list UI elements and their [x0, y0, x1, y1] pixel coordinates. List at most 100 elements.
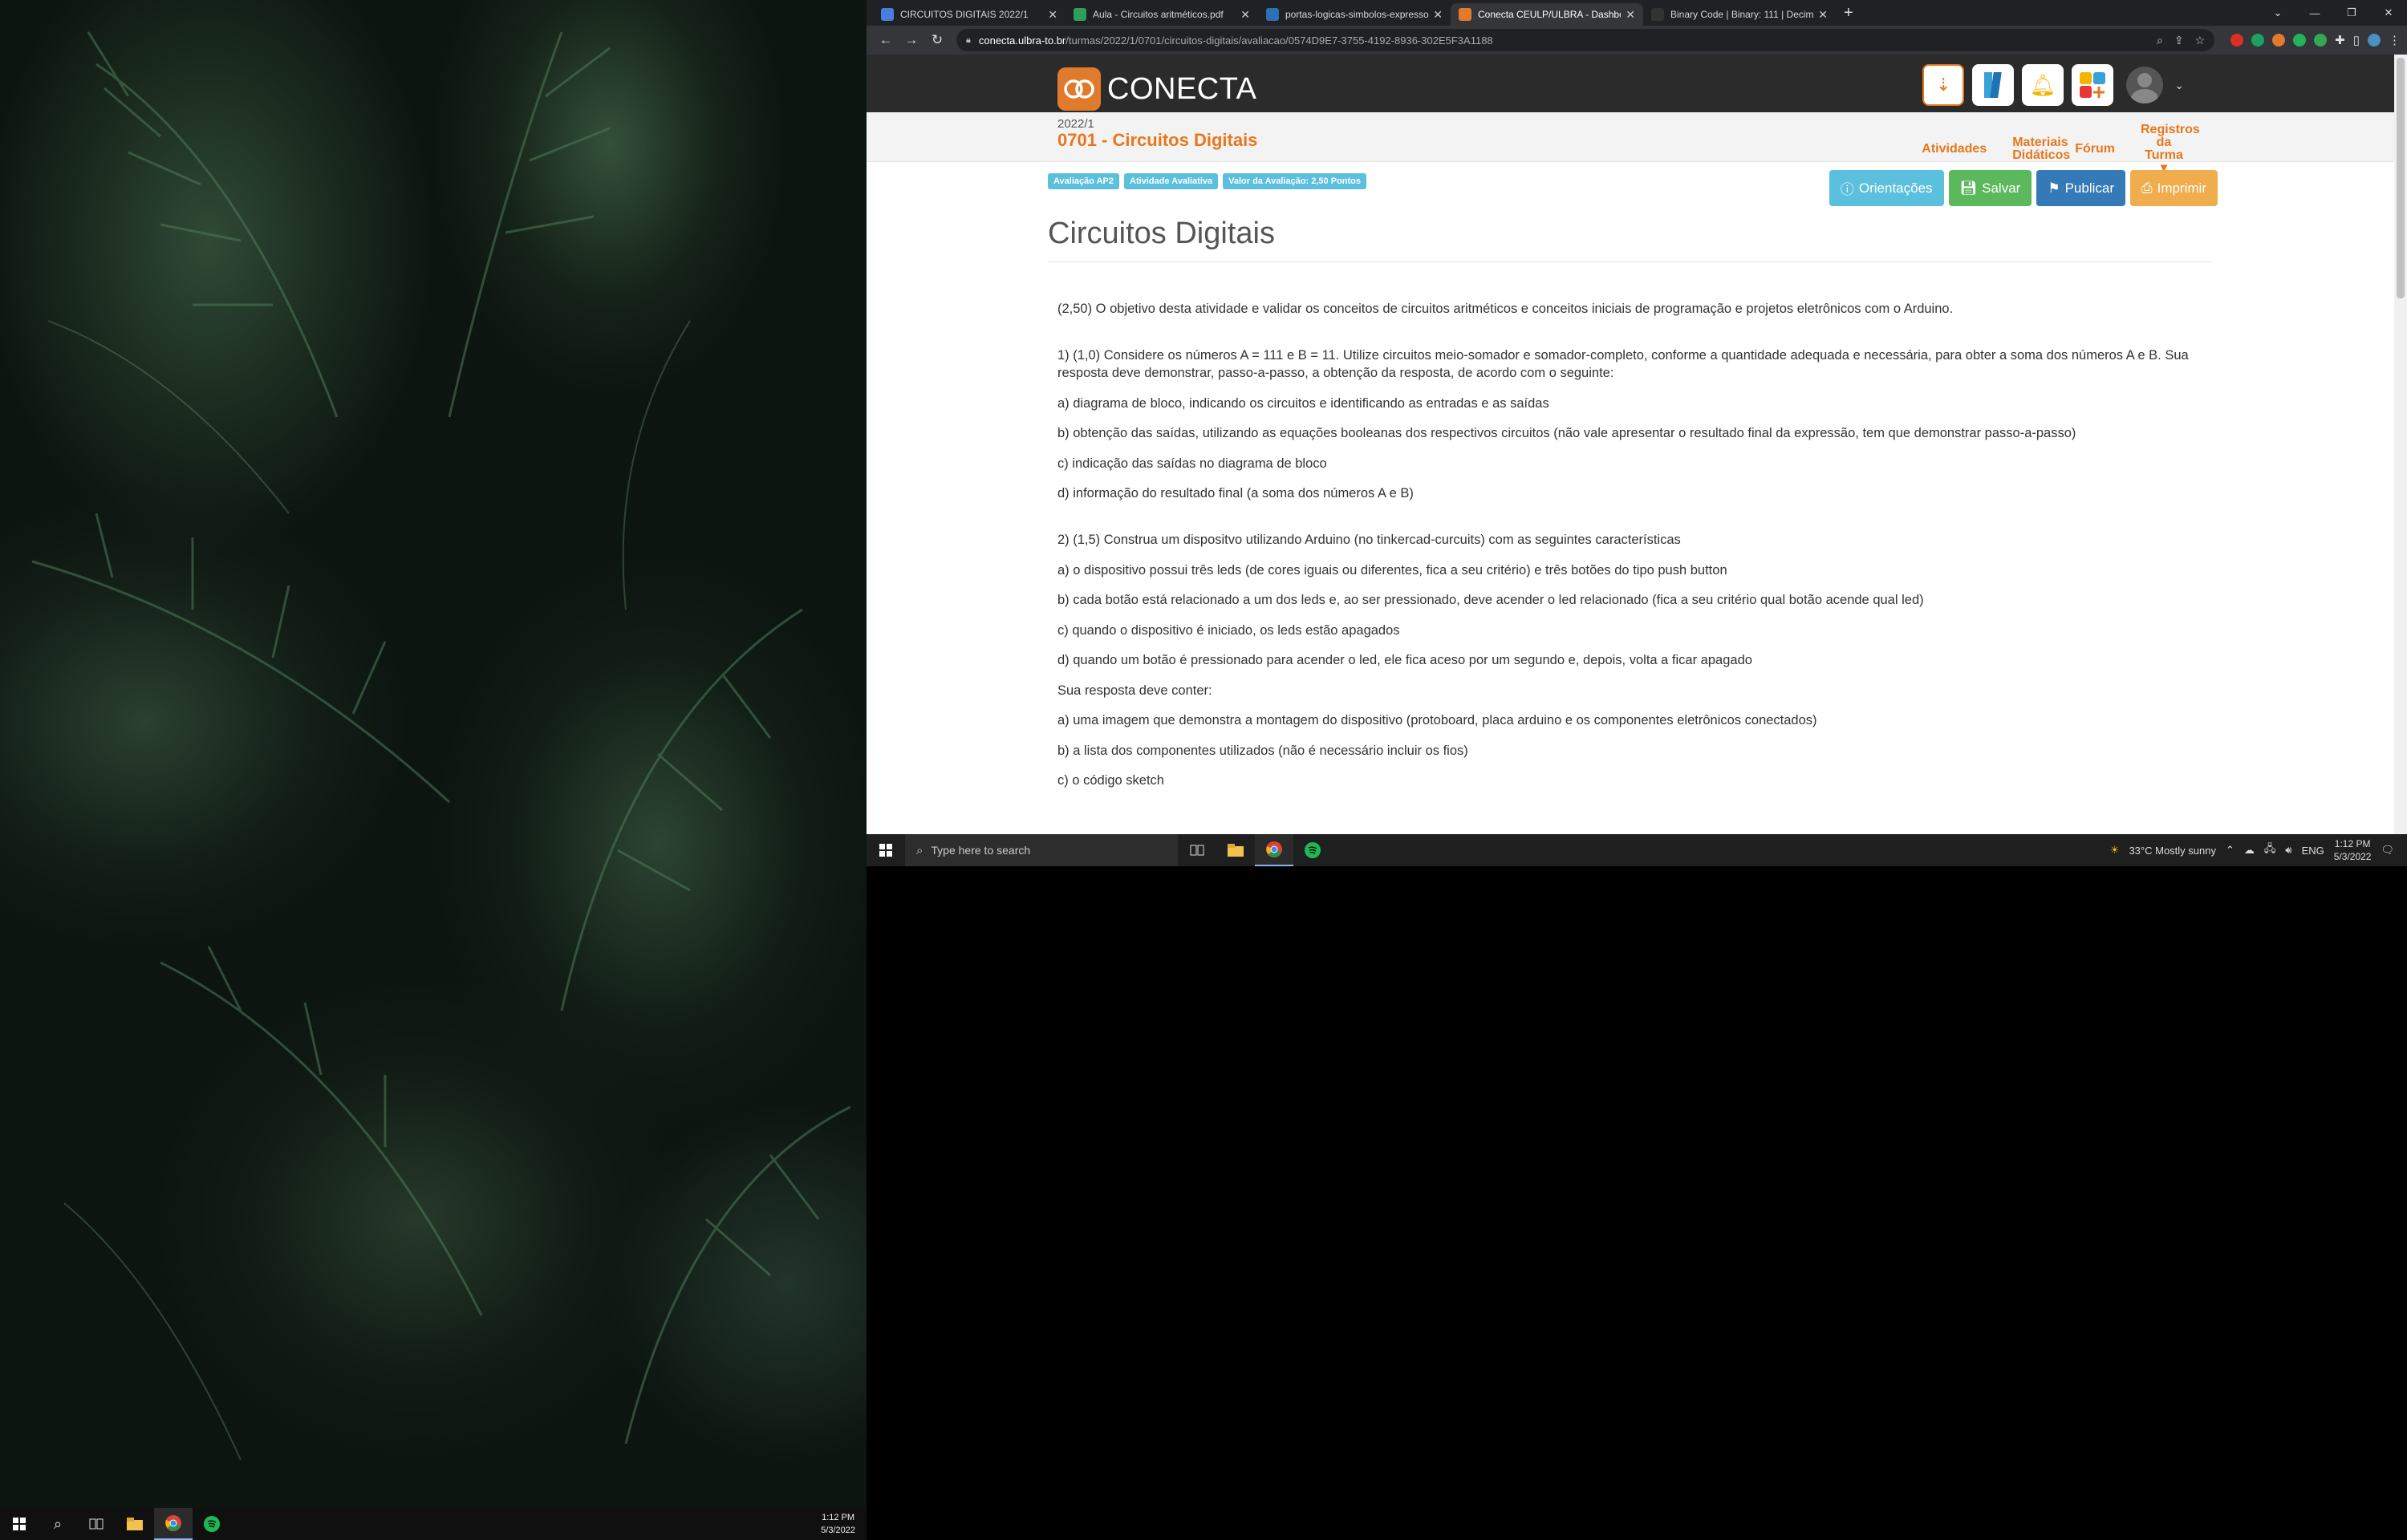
browser-tab-active[interactable]: Conecta CEULP/ULBRA - Dashboard ✕ [1451, 3, 1643, 26]
spotify-icon[interactable] [193, 1508, 231, 1540]
answer-item: a) uma imagem que demonstra a montagem d… [1057, 713, 1817, 727]
browser-tab[interactable]: Aula - Circuitos aritméticos.pdf ✕ [1065, 3, 1258, 26]
lock-icon[interactable]: 🔒︎ [966, 35, 971, 46]
chevron-down-icon[interactable]: ⌄ [2174, 79, 2184, 92]
question-1-item: b) obtenção das saídas, utilizando as eq… [1057, 426, 2076, 440]
chrome-icon[interactable] [1255, 834, 1293, 866]
question-1-item: a) diagrama de bloco, indicando os circu… [1057, 395, 1549, 411]
task-view-icon[interactable] [1178, 834, 1216, 866]
left-taskbar-clock[interactable]: 1:12 PM 5/3/2022 [821, 1511, 855, 1537]
extensions-area: ✚ ▯ ⋮ [2230, 33, 2401, 47]
restore-icon[interactable]: ❐ [2333, 0, 2370, 26]
tab-favicon-icon [1074, 8, 1086, 21]
extension-icon[interactable] [2230, 34, 2244, 47]
orientacoes-button[interactable]: ⓘ Orientações [1829, 170, 1944, 206]
notifications-bell-icon[interactable]: 🔔︎ [2022, 64, 2064, 106]
cloud-icon[interactable]: ☁ [2244, 844, 2255, 857]
browser-tab[interactable]: portas-logicas-simbolos-expressoes ✕ [1258, 3, 1451, 26]
tab-close-icon[interactable]: ✕ [1626, 8, 1635, 22]
nav-atividades[interactable]: Atividades [1922, 143, 1987, 156]
brand[interactable]: CONECTA [1057, 67, 1256, 111]
reload-icon[interactable]: ↻ [924, 32, 950, 48]
tab-close-icon[interactable]: ✕ [1433, 8, 1443, 22]
question-2-item: b) cada botão está relacionado a um dos … [1057, 593, 1924, 607]
taskbar-search-input[interactable]: ⌕ Type here to search [905, 834, 1178, 866]
publicar-button[interactable]: ⚑ Publicar [2036, 170, 2125, 206]
course-title[interactable]: 0701 - Circuitos Digitais [1057, 130, 1257, 151]
zoom-icon[interactable]: ⌕ [2157, 34, 2163, 47]
extension-icon[interactable] [2272, 34, 2286, 47]
right-monitor: CIRCUITOS DIGITAIS 2022/1 ✕ Aula - Circu… [867, 0, 2407, 866]
profile-icon[interactable] [2368, 34, 2381, 47]
download-icon[interactable]: ⇣ [1922, 64, 1965, 106]
address-bar[interactable]: 🔒︎ conecta.ulbra-to.br/turmas/2022/1/070… [956, 29, 2215, 51]
page-scrollbar[interactable] [2394, 55, 2407, 834]
tab-search-icon[interactable]: ⌄ [2259, 0, 2296, 26]
extension-icon[interactable] [2293, 34, 2307, 47]
spotify-icon[interactable] [1293, 834, 1332, 866]
puzzle-extensions-icon[interactable]: ✚ [2335, 33, 2345, 47]
tab-close-icon[interactable]: ✕ [1048, 8, 1057, 22]
status-badge: Atividade Avaliativa [1124, 173, 1219, 189]
notification-center-icon[interactable]: 🗨︎ [2381, 844, 2394, 857]
nav-materiais-didaticos[interactable]: Materiais Didáticos [2012, 136, 2070, 162]
nav-registros-da-turma[interactable]: Registros da Turma ▾ [2141, 124, 2200, 175]
imprimir-button[interactable]: ⎙ Imprimir [2130, 170, 2218, 206]
brand-name: CONECTA [1107, 71, 1257, 106]
tab-title: portas-logicas-simbolos-expressoes [1285, 9, 1429, 20]
file-explorer-icon[interactable] [116, 1508, 154, 1540]
taskbar-clock[interactable]: 1:12 PM 5/3/2022 [2334, 837, 2372, 863]
site-header: CONECTA ⇣ 🔔︎ ⌄ [867, 55, 2394, 112]
question-2-item: c) quando o dispositivo é iniciado, os l… [1057, 622, 1400, 638]
intro-paragraph: (2,50) O objetivo desta atividade e vali… [1057, 302, 1954, 316]
back-icon[interactable]: ← [873, 32, 899, 48]
action-buttons: ⓘ Orientações 💾︎ Salvar ⚑ Publicar ⎙ Imprimi… [1829, 170, 2218, 206]
tab-close-icon[interactable]: ✕ [1818, 8, 1828, 22]
right-taskbar: ⌕ Type here to search ☀ 33°C Mostly sunn… [867, 834, 2407, 866]
windows-start-icon[interactable] [0, 1508, 39, 1540]
network-icon[interactable]: 🖧︎ [2264, 841, 2276, 859]
chevron-up-icon[interactable]: ⌃ [2226, 844, 2234, 857]
minimize-icon[interactable]: — [2296, 0, 2333, 26]
side-panel-icon[interactable]: ▯ [2353, 33, 2360, 47]
weather-text[interactable]: 33°C Mostly sunny [2129, 845, 2216, 857]
new-tab-icon[interactable]: + [1836, 4, 1861, 26]
extension-icon[interactable] [2251, 34, 2265, 47]
address-path: /turmas/2022/1/0701/circuitos-digitais/a… [1065, 34, 1493, 47]
status-badge: Valor da Avaliação: 2,50 Pontos [1223, 173, 1367, 189]
language-indicator[interactable]: ENG [2302, 845, 2324, 857]
books-icon[interactable] [1972, 64, 2015, 106]
volume-icon[interactable]: 🔊︎ [2285, 844, 2291, 857]
tab-favicon-icon [1266, 8, 1279, 21]
extension-icon[interactable] [2314, 34, 2328, 47]
browser-tab[interactable]: CIRCUITOS DIGITAIS 2022/1 ✕ [873, 3, 1065, 26]
window-controls: ⌄ — ❐ ✕ [2259, 0, 2407, 26]
file-explorer-icon[interactable] [1216, 834, 1255, 866]
scrollbar-thumb[interactable] [2397, 58, 2405, 298]
assessment-body: (2,50) O objetivo desta atividade e vali… [1057, 300, 2213, 802]
bookmark-star-icon[interactable]: ☆ [2195, 34, 2206, 47]
weather-icon[interactable]: ☀ [2110, 844, 2120, 857]
windows-start-icon[interactable] [867, 834, 905, 866]
tab-close-icon[interactable]: ✕ [1240, 8, 1250, 22]
question-1: 1) (1,0) Considere os números A = 111 e … [1057, 348, 2189, 380]
nav-registros-label: Registros da Turma [2141, 123, 2200, 162]
left-clock-time: 1:12 PM [822, 1513, 855, 1522]
avatar[interactable] [2126, 67, 2164, 103]
menu-kebab-icon[interactable]: ⋮ [2389, 33, 2401, 47]
chrome-icon[interactable] [154, 1508, 193, 1540]
tab-favicon-icon [1459, 8, 1471, 21]
search-icon[interactable]: ⌕ [39, 1508, 77, 1540]
close-window-icon[interactable]: ✕ [2370, 0, 2407, 26]
salvar-button[interactable]: 💾︎ Salvar [1948, 170, 2032, 206]
address-host: conecta.ulbra-to.br [978, 34, 1066, 47]
share-icon[interactable]: ⇪ [2174, 34, 2184, 47]
forward-icon[interactable]: → [899, 32, 924, 48]
task-view-icon[interactable] [77, 1508, 116, 1540]
page-content: CONECTA ⇣ 🔔︎ ⌄ 2022/1 0701 - Circuitos D… [867, 55, 2394, 834]
conecta-logo-icon [1057, 67, 1101, 111]
status-badge: Avaliação AP2 [1048, 173, 1120, 189]
browser-tab[interactable]: Binary Code | Binary: 111 | Decimal ✕ [1643, 3, 1836, 26]
nav-forum[interactable]: Fórum [2075, 143, 2115, 156]
apps-grid-icon[interactable] [2072, 64, 2114, 106]
